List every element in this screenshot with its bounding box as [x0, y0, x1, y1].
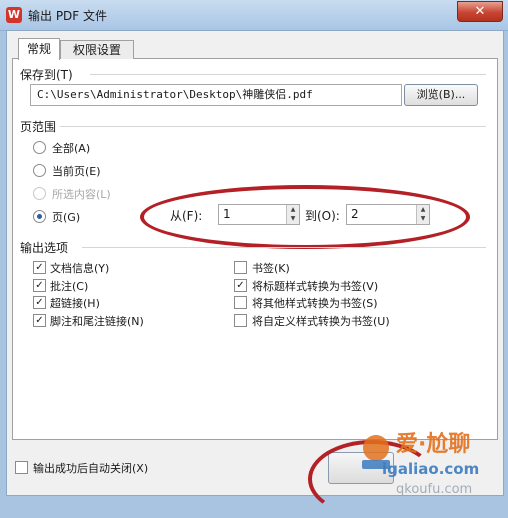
checkbox-hyperlinks[interactable]: ✓	[33, 296, 46, 309]
radio-pages[interactable]	[33, 210, 46, 223]
radio-selection	[33, 187, 46, 200]
window-title: 输出 PDF 文件	[28, 9, 108, 23]
wps-app-icon: W	[6, 7, 22, 23]
watermark-text-top: 爱·尬聊	[396, 432, 471, 457]
checkbox-auto-close-label: 输出成功后自动关闭(X)	[33, 462, 149, 475]
checkbox-comments-label: 批注(C)	[50, 280, 89, 293]
radio-pages-label: 页(G)	[52, 211, 81, 224]
checkbox-footnote-links[interactable]: ✓	[33, 314, 46, 327]
checkbox-auto-close[interactable]	[15, 461, 28, 474]
checkbox-bookmarks[interactable]	[234, 261, 247, 274]
checkbox-doc-info-label: 文档信息(Y)	[50, 262, 110, 275]
output-options-label: 输出选项	[20, 241, 69, 255]
radio-current-page-label: 当前页(E)	[52, 165, 101, 178]
radio-selected-dot	[37, 214, 42, 219]
checkbox-doc-info[interactable]: ✓	[33, 261, 46, 274]
checkbox-heading-to-bookmark[interactable]: ✓	[234, 279, 247, 292]
checkbox-other-style-to-bookmark[interactable]	[234, 296, 247, 309]
watermark-text-mid: igaliao.com	[382, 460, 480, 478]
section-divider	[90, 74, 486, 75]
checkbox-other-style-to-bookmark-label: 将其他样式转换为书签(S)	[252, 297, 378, 310]
save-to-label: 保存到(T)	[20, 68, 73, 82]
radio-current-page[interactable]	[33, 164, 46, 177]
tab-permissions[interactable]: 权限设置	[60, 40, 134, 59]
save-path-input[interactable]: C:\Users\Administrator\Desktop\神雕侠侣.pdf	[30, 84, 402, 106]
section-divider	[60, 126, 486, 127]
watermark-text-bottom: qkoufu.com	[396, 482, 473, 497]
checkbox-custom-style-to-bookmark-label: 将自定义样式转换为书签(U)	[252, 315, 390, 328]
annotation-red-ellipse	[140, 185, 470, 249]
close-button[interactable]: ✕	[457, 1, 503, 22]
radio-selection-label: 所选内容(L)	[52, 188, 111, 201]
tab-general[interactable]: 常规	[18, 38, 60, 60]
tab-panel	[12, 58, 498, 440]
checkbox-bookmarks-label: 书签(K)	[252, 262, 290, 275]
checkbox-footnote-links-label: 脚注和尾注链接(N)	[50, 315, 144, 328]
browse-button[interactable]: 浏览(B)...	[404, 84, 478, 106]
checkbox-heading-to-bookmark-label: 将标题样式转换为书签(V)	[252, 280, 379, 293]
checkbox-hyperlinks-label: 超链接(H)	[50, 297, 100, 310]
page-range-label: 页范围	[20, 120, 57, 134]
site-watermark-logo: 爱·尬聊 igaliao.com qkoufu.com	[352, 410, 508, 498]
section-divider	[82, 247, 486, 248]
radio-all-label: 全部(A)	[52, 142, 91, 155]
radio-all[interactable]	[33, 141, 46, 154]
checkbox-comments[interactable]: ✓	[33, 279, 46, 292]
checkbox-custom-style-to-bookmark[interactable]	[234, 314, 247, 327]
